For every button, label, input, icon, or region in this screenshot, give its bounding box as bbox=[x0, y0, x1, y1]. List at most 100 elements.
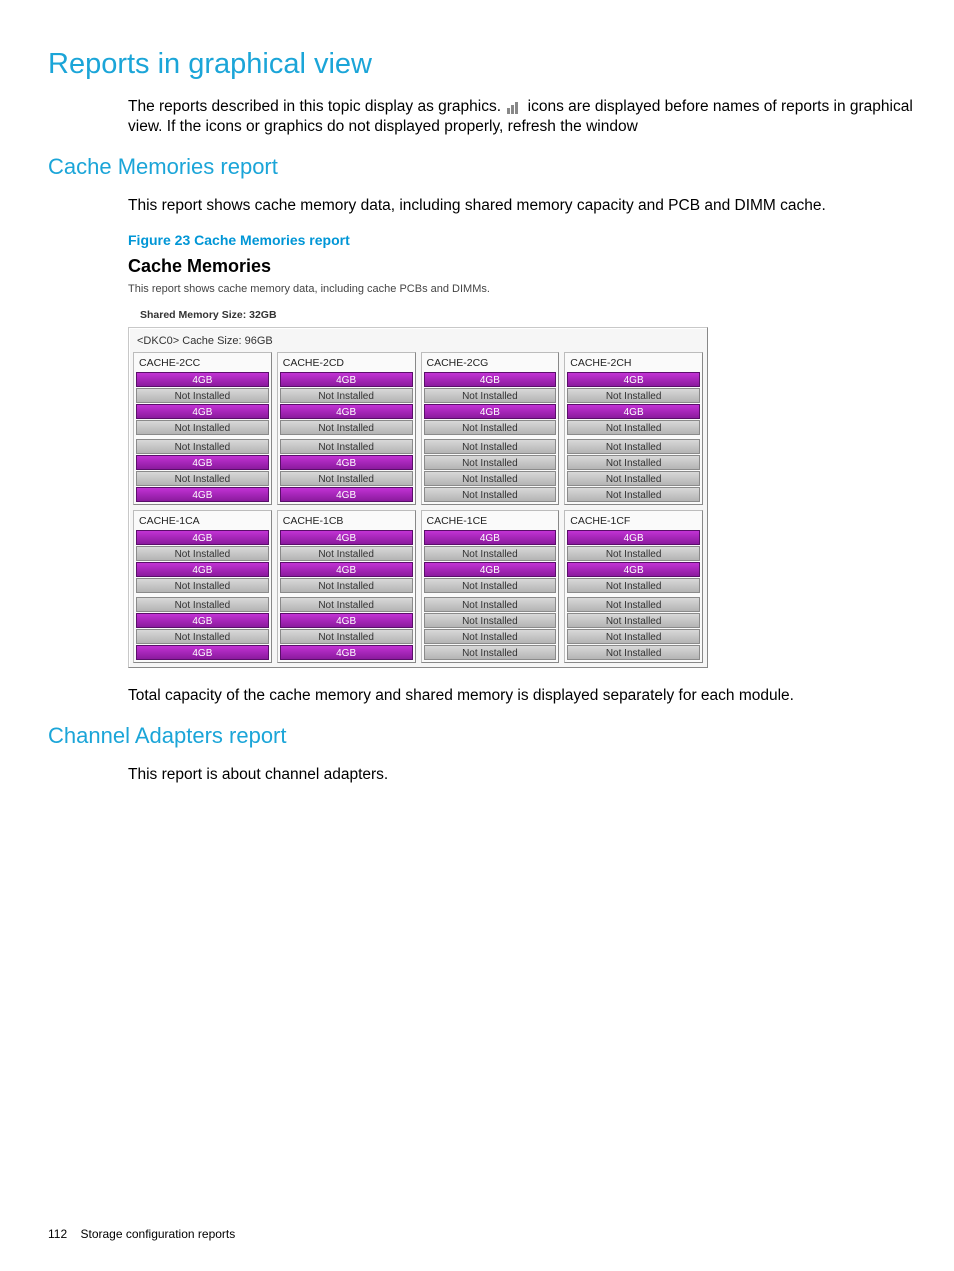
dimm-slot-filled: 4GB bbox=[424, 562, 557, 577]
slot-group: 4GBNot Installed4GBNot Installed bbox=[424, 372, 557, 435]
dimm-slot-empty: Not Installed bbox=[136, 439, 269, 454]
dimm-slot-empty: Not Installed bbox=[567, 455, 700, 470]
dimm-slot-empty: Not Installed bbox=[280, 597, 413, 612]
dimm-slot-empty: Not Installed bbox=[136, 597, 269, 612]
dimm-slot-filled: 4GB bbox=[280, 404, 413, 419]
dimm-slot-filled: 4GB bbox=[136, 562, 269, 577]
cache-block: CACHE-1CB4GBNot Installed4GBNot Installe… bbox=[277, 510, 416, 663]
cache-block-label: CACHE-1CB bbox=[280, 513, 413, 530]
shared-memory-size: Shared Memory Size: 32GB bbox=[140, 309, 728, 321]
cache-block-label: CACHE-1CA bbox=[136, 513, 269, 530]
cache-row: CACHE-1CA4GBNot Installed4GBNot Installe… bbox=[133, 510, 703, 663]
dimm-slot-empty: Not Installed bbox=[280, 546, 413, 561]
dimm-slot-empty: Not Installed bbox=[424, 597, 557, 612]
dimm-slot-filled: 4GB bbox=[424, 404, 557, 419]
dimm-slot-empty: Not Installed bbox=[280, 629, 413, 644]
cache-block: CACHE-1CA4GBNot Installed4GBNot Installe… bbox=[133, 510, 272, 663]
dimm-slot-filled: 4GB bbox=[567, 404, 700, 419]
dimm-slot-empty: Not Installed bbox=[424, 455, 557, 470]
heading-channel-adapters: Channel Adapters report bbox=[48, 723, 914, 749]
dimm-slot-empty: Not Installed bbox=[136, 578, 269, 593]
dimm-slot-empty: Not Installed bbox=[136, 388, 269, 403]
cache-block-label: CACHE-2CH bbox=[567, 355, 700, 372]
dimm-slot-empty: Not Installed bbox=[424, 420, 557, 435]
dimm-slot-empty: Not Installed bbox=[567, 388, 700, 403]
dimm-slot-filled: 4GB bbox=[280, 487, 413, 502]
dimm-slot-empty: Not Installed bbox=[136, 471, 269, 486]
slot-group: Not Installed4GBNot Installed4GB bbox=[136, 597, 269, 660]
dimm-slot-empty: Not Installed bbox=[424, 439, 557, 454]
slot-group: 4GBNot Installed4GBNot Installed bbox=[280, 372, 413, 435]
figure-label: Figure 23 Cache Memories report bbox=[128, 232, 914, 248]
page-number: 112 bbox=[48, 1227, 67, 1241]
dimm-slot-filled: 4GB bbox=[136, 613, 269, 628]
dimm-slot-empty: Not Installed bbox=[567, 597, 700, 612]
dimm-slot-filled: 4GB bbox=[280, 562, 413, 577]
cache-block: CACHE-2CD4GBNot Installed4GBNot Installe… bbox=[277, 352, 416, 505]
paragraph-channel-desc: This report is about channel adapters. bbox=[128, 765, 914, 786]
paragraph-reports-intro: The reports described in this topic disp… bbox=[128, 97, 914, 139]
dimm-slot-empty: Not Installed bbox=[567, 578, 700, 593]
cache-block-label: CACHE-1CE bbox=[424, 513, 557, 530]
dimm-slot-filled: 4GB bbox=[280, 645, 413, 660]
dimm-slot-filled: 4GB bbox=[136, 645, 269, 660]
dimm-slot-empty: Not Installed bbox=[424, 546, 557, 561]
heading-cache-memories-report: Cache Memories report bbox=[48, 154, 914, 180]
slot-group: 4GBNot Installed4GBNot Installed bbox=[136, 372, 269, 435]
slot-group: 4GBNot Installed4GBNot Installed bbox=[567, 530, 700, 593]
dimm-slot-filled: 4GB bbox=[424, 530, 557, 545]
cache-block: CACHE-1CE4GBNot Installed4GBNot Installe… bbox=[421, 510, 560, 663]
slot-group: Not Installed4GBNot Installed4GB bbox=[280, 597, 413, 660]
dimm-slot-empty: Not Installed bbox=[567, 487, 700, 502]
slot-group: Not InstalledNot InstalledNot InstalledN… bbox=[424, 597, 557, 660]
dimm-slot-filled: 4GB bbox=[280, 530, 413, 545]
page-footer: 112 Storage configuration reports bbox=[48, 1227, 235, 1241]
chart-icon bbox=[507, 100, 521, 112]
dimm-slot-empty: Not Installed bbox=[424, 613, 557, 628]
cache-block: CACHE-2CC4GBNot Installed4GBNot Installe… bbox=[133, 352, 272, 505]
cache-block-label: CACHE-1CF bbox=[567, 513, 700, 530]
dimm-slot-empty: Not Installed bbox=[567, 471, 700, 486]
dimm-slot-filled: 4GB bbox=[424, 372, 557, 387]
dimm-slot-empty: Not Installed bbox=[424, 645, 557, 660]
dimm-slot-filled: 4GB bbox=[136, 372, 269, 387]
dimm-slot-filled: 4GB bbox=[567, 562, 700, 577]
slot-group: 4GBNot Installed4GBNot Installed bbox=[280, 530, 413, 593]
dimm-slot-empty: Not Installed bbox=[567, 645, 700, 660]
cache-row: CACHE-2CC4GBNot Installed4GBNot Installe… bbox=[133, 352, 703, 505]
dimm-slot-empty: Not Installed bbox=[424, 471, 557, 486]
dimm-slot-empty: Not Installed bbox=[280, 439, 413, 454]
dimm-slot-filled: 4GB bbox=[567, 530, 700, 545]
dimm-slot-filled: 4GB bbox=[567, 372, 700, 387]
slot-group: Not InstalledNot InstalledNot InstalledN… bbox=[567, 439, 700, 502]
para1-part-a: The reports described in this topic disp… bbox=[128, 98, 505, 115]
dimm-slot-empty: Not Installed bbox=[567, 439, 700, 454]
cache-block-label: CACHE-2CC bbox=[136, 355, 269, 372]
footer-section: Storage configuration reports bbox=[80, 1227, 235, 1241]
slot-group: Not InstalledNot InstalledNot InstalledN… bbox=[567, 597, 700, 660]
slot-group: 4GBNot Installed4GBNot Installed bbox=[136, 530, 269, 593]
dimm-slot-empty: Not Installed bbox=[280, 471, 413, 486]
dimm-slot-empty: Not Installed bbox=[280, 578, 413, 593]
dimm-slot-empty: Not Installed bbox=[424, 487, 557, 502]
paragraph-total-capacity: Total capacity of the cache memory and s… bbox=[128, 686, 914, 707]
dimm-slot-empty: Not Installed bbox=[424, 629, 557, 644]
slot-group: 4GBNot Installed4GBNot Installed bbox=[424, 530, 557, 593]
dimm-slot-empty: Not Installed bbox=[567, 629, 700, 644]
cache-block-label: CACHE-2CD bbox=[280, 355, 413, 372]
dimm-slot-filled: 4GB bbox=[136, 530, 269, 545]
dimm-slot-empty: Not Installed bbox=[136, 546, 269, 561]
dimm-slot-empty: Not Installed bbox=[136, 629, 269, 644]
dimm-slot-empty: Not Installed bbox=[424, 578, 557, 593]
dkc-box: <DKC0> Cache Size: 96GB CACHE-2CC4GBNot … bbox=[128, 327, 708, 668]
dimm-slot-empty: Not Installed bbox=[280, 420, 413, 435]
panel-desc: This report shows cache memory data, inc… bbox=[128, 283, 728, 295]
cache-block: CACHE-1CF4GBNot Installed4GBNot Installe… bbox=[564, 510, 703, 663]
dimm-slot-empty: Not Installed bbox=[280, 388, 413, 403]
cache-block: CACHE-2CG4GBNot Installed4GBNot Installe… bbox=[421, 352, 560, 505]
cache-block: CACHE-2CH4GBNot Installed4GBNot Installe… bbox=[564, 352, 703, 505]
cache-block-label: CACHE-2CG bbox=[424, 355, 557, 372]
dimm-slot-empty: Not Installed bbox=[567, 613, 700, 628]
dimm-slot-filled: 4GB bbox=[280, 372, 413, 387]
paragraph-cache-desc: This report shows cache memory data, inc… bbox=[128, 196, 914, 217]
